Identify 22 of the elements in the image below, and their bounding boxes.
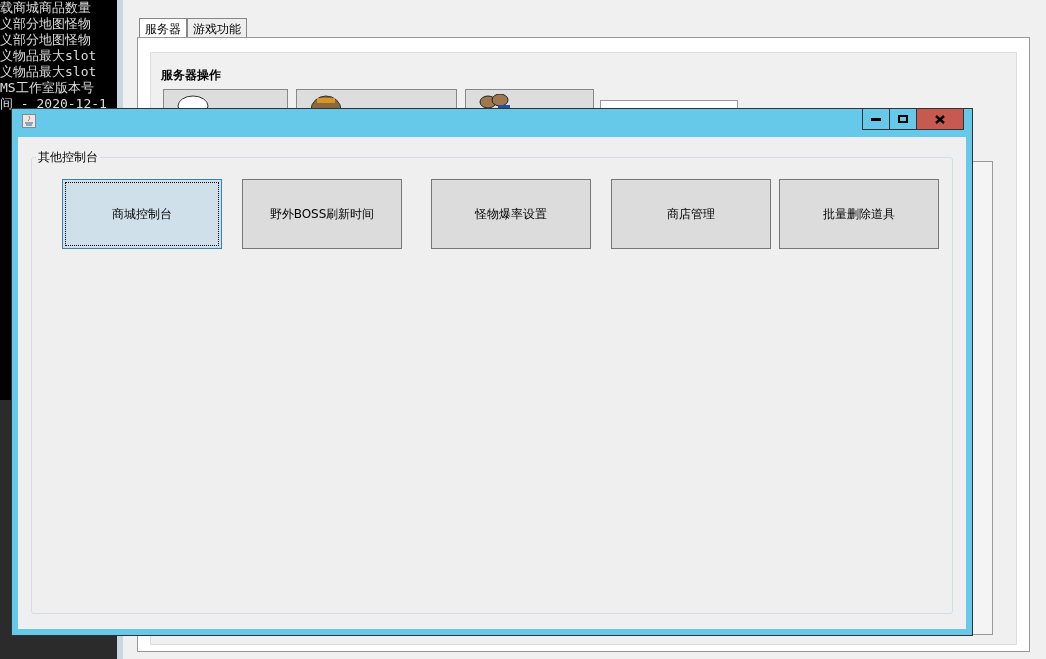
console-line: 间 - 2020-12-1 bbox=[0, 96, 107, 112]
console-button[interactable]: 商店管理 bbox=[611, 179, 771, 249]
close-icon bbox=[935, 114, 945, 124]
console-line: 载商城商品数量 bbox=[0, 0, 91, 16]
console-button[interactable]: 怪物爆率设置 bbox=[431, 179, 591, 249]
console-button[interactable]: 商城控制台 bbox=[62, 179, 222, 249]
console-button[interactable]: 野外BOSS刷新时间 bbox=[242, 179, 402, 249]
minimize-button[interactable] bbox=[862, 108, 890, 130]
console-line: MS工作室版本号 bbox=[0, 80, 94, 96]
maximize-icon bbox=[898, 115, 908, 123]
console-line: 义部分地图怪物 bbox=[0, 16, 91, 32]
close-button[interactable] bbox=[916, 108, 964, 130]
group-title: 其他控制台 bbox=[37, 149, 99, 166]
console-line: 义部分地图怪物 bbox=[0, 32, 91, 48]
tab[interactable]: 游戏功能 bbox=[187, 18, 247, 39]
console-button[interactable]: 批量删除道具 bbox=[779, 179, 939, 249]
console-line: 义物品最大slot bbox=[0, 48, 97, 64]
console-line: 义物品最大slot bbox=[0, 64, 97, 80]
tab[interactable]: 服务器 bbox=[139, 18, 187, 39]
minimize-icon bbox=[871, 117, 881, 121]
java-icon bbox=[22, 114, 36, 128]
section-title: 服务器操作 bbox=[161, 67, 221, 84]
